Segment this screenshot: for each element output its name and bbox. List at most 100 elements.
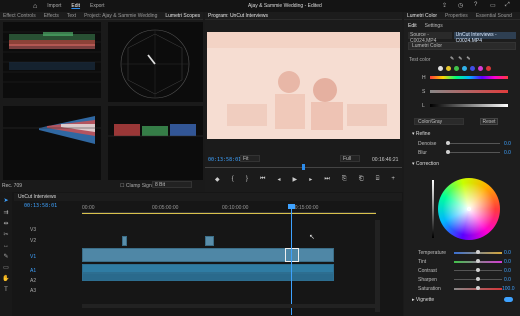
insert-icon[interactable]: ⎘ xyxy=(342,176,347,183)
hue-slider[interactable] xyxy=(430,76,508,79)
blur-value[interactable]: 0.0 xyxy=(504,150,511,156)
razor-tool-icon[interactable]: ✂ xyxy=(2,231,10,239)
correction-header[interactable]: ▾ Correction xyxy=(412,161,439,167)
wheel-luma-slider[interactable] xyxy=(432,180,434,238)
play-icon[interactable]: ▶ xyxy=(293,176,298,183)
fit-select[interactable]: Fit xyxy=(240,155,260,162)
tab-text[interactable]: Text xyxy=(67,13,76,19)
saturation-value[interactable]: 100.0 xyxy=(502,286,515,292)
tab-effects[interactable]: Effects xyxy=(44,13,59,19)
saturation-range-slider[interactable] xyxy=(430,90,508,93)
in-point-icon[interactable]: { xyxy=(232,176,234,183)
clip-v2[interactable] xyxy=(205,236,214,246)
step-forward-icon[interactable]: ▸ xyxy=(309,176,312,183)
clamp-signal-checkbox[interactable]: ☐ Clamp Signal xyxy=(120,183,156,189)
eyedropper-minus-icon[interactable]: ✎ xyxy=(466,56,470,62)
clip-a1[interactable] xyxy=(82,264,334,273)
tab-project[interactable]: Project: Ajay & Sammie Wedding xyxy=(84,13,157,19)
blur-slider[interactable] xyxy=(448,152,500,153)
eyedropper-plus-icon[interactable]: ✎ xyxy=(458,56,462,62)
marker-icon[interactable]: ◆ xyxy=(215,176,220,183)
refine-header[interactable]: ▾ Refine xyxy=(412,131,430,137)
wheel-handle[interactable] xyxy=(467,207,471,211)
timeline-horizontal-scrollbar[interactable] xyxy=(82,304,376,308)
timeline-vertical-scrollbar[interactable] xyxy=(375,220,380,312)
tint-value[interactable]: 0.0 xyxy=(504,259,511,265)
temperature-value[interactable]: 0.0 xyxy=(504,250,511,256)
tint-knob[interactable] xyxy=(476,259,480,263)
mode-edit[interactable]: Edit xyxy=(71,3,80,9)
sharpen-knob[interactable] xyxy=(476,277,480,281)
swatch-magenta[interactable] xyxy=(478,66,483,71)
timeline-timecode[interactable]: 00:13:58:01 xyxy=(24,203,57,209)
out-point-icon[interactable]: } xyxy=(246,176,248,183)
fullscreen-icon[interactable]: ⤢ xyxy=(505,2,510,9)
type-tool-icon[interactable]: T xyxy=(2,286,10,294)
contrast-knob[interactable] xyxy=(476,268,480,272)
vignette-toggle[interactable] xyxy=(504,297,513,302)
denoise-slider[interactable] xyxy=(448,143,500,144)
mode-select[interactable]: Color/Gray xyxy=(414,118,464,125)
export-frame-icon[interactable]: ⌸ xyxy=(376,176,380,183)
slip-tool-icon[interactable]: ↔ xyxy=(2,242,10,250)
swatch-red[interactable] xyxy=(486,66,491,71)
mode-import[interactable]: Import xyxy=(47,3,61,9)
program-video-frame[interactable] xyxy=(207,32,400,139)
timeline-playhead[interactable] xyxy=(291,205,292,315)
clip-chip[interactable]: UnCut Interviews - C0024.MP4 xyxy=(453,32,516,44)
tab-lumetri-scopes[interactable]: Lumetri Scopes xyxy=(165,13,200,19)
mode-export[interactable]: Export xyxy=(90,3,104,9)
quick-export-icon[interactable]: ⇪ xyxy=(442,2,447,9)
temperature-knob[interactable] xyxy=(476,250,480,254)
playhead-handle[interactable] xyxy=(288,204,295,209)
swatch-white[interactable] xyxy=(438,66,443,71)
ripple-edit-icon[interactable]: ⇹ xyxy=(2,220,10,228)
track-select-icon[interactable]: ⇉ xyxy=(2,209,10,217)
blur-knob[interactable] xyxy=(446,150,450,154)
timeline-sequence-tab[interactable]: UnCut Interviews xyxy=(14,194,56,200)
reset-button[interactable]: Reset xyxy=(480,118,498,125)
quality-select[interactable]: Full xyxy=(340,155,360,162)
rectangle-tool-icon[interactable]: ▭ xyxy=(2,264,10,272)
overwrite-icon[interactable]: ⎗ xyxy=(359,176,364,183)
work-area-bar[interactable] xyxy=(82,213,376,214)
go-in-icon[interactable]: ⏮ xyxy=(260,176,265,183)
selection-tool-icon[interactable]: ➤ xyxy=(2,197,10,205)
denoise-knob[interactable] xyxy=(446,141,450,145)
clip-a2[interactable] xyxy=(82,273,334,281)
step-back-icon[interactable]: ◂ xyxy=(277,176,280,183)
swatch-yellow[interactable] xyxy=(446,66,451,71)
sharpen-value[interactable]: 0.0 xyxy=(504,277,511,283)
progress-icon[interactable]: ◷ xyxy=(458,2,463,9)
luma-range-slider[interactable] xyxy=(430,104,508,107)
hand-tool-icon[interactable]: ✋ xyxy=(2,275,10,283)
program-playhead[interactable] xyxy=(302,164,305,170)
selected-clip-v1[interactable] xyxy=(285,248,299,262)
swatch-cyan[interactable] xyxy=(462,66,467,71)
effect-select[interactable]: Lumetri Color xyxy=(408,42,516,50)
subtab-settings[interactable]: Settings xyxy=(425,23,443,29)
denoise-value[interactable]: 0.0 xyxy=(504,141,511,147)
tab-properties[interactable]: Properties xyxy=(445,13,468,19)
source-chip[interactable]: Source - C0024.MP4 xyxy=(408,32,452,44)
go-out-icon[interactable]: ⏭ xyxy=(324,176,329,183)
pen-tool-icon[interactable]: ✎ xyxy=(2,253,10,261)
tab-lumetri-color[interactable]: Lumetri Color xyxy=(407,13,437,19)
contrast-value[interactable]: 0.0 xyxy=(504,268,511,274)
tab-essential-sound[interactable]: Essential Sound xyxy=(476,13,512,19)
share-icon[interactable]: ▭ xyxy=(490,2,496,9)
vignette-header[interactable]: ▸ Vignette xyxy=(412,297,434,303)
swatch-blue[interactable] xyxy=(470,66,475,71)
bit-depth-select[interactable]: 8 Bit xyxy=(152,181,192,188)
subtab-edit[interactable]: Edit xyxy=(408,23,417,29)
saturation-knob[interactable] xyxy=(476,286,480,290)
tab-effect-controls[interactable]: Effect Controls xyxy=(3,13,36,19)
swatch-green[interactable] xyxy=(454,66,459,71)
home-icon[interactable]: ⌂ xyxy=(33,3,37,10)
timeline-ruler[interactable]: 00:00 00:05:00:00 00:10:00:00 00:15:00:0… xyxy=(82,205,376,213)
add-button-icon[interactable]: + xyxy=(391,176,395,183)
eyedropper-icon[interactable]: ✎ xyxy=(450,56,454,62)
clip-v2[interactable] xyxy=(122,236,127,246)
program-timecode[interactable]: 00:13:58:01 xyxy=(208,157,241,163)
help-icon[interactable]: ? xyxy=(474,2,477,8)
